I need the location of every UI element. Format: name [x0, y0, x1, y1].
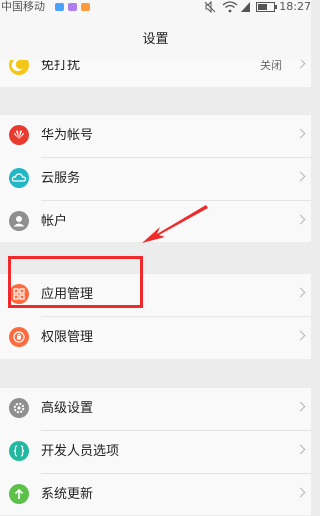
chevron-right-icon: [295, 444, 306, 455]
chevron-right-icon: [295, 214, 306, 225]
status-bar: 中国移动 18:27: [0, 0, 311, 16]
settings-item-advanced-settings[interactable]: 高级设置: [0, 388, 311, 430]
chevron-right-icon: [295, 287, 306, 298]
chevron-right-icon: [295, 128, 306, 139]
battery-icon: [256, 2, 277, 12]
moon-icon: [9, 60, 29, 75]
signal-icon: [241, 2, 250, 12]
carrier-label: 中国移动: [1, 0, 45, 13]
upload-arrow-icon: [9, 484, 29, 504]
settings-item-system-update[interactable]: 系统更新: [0, 474, 311, 516]
lock-icon: [9, 327, 29, 347]
page-title: 设置: [142, 32, 169, 47]
chevron-right-icon: [295, 401, 306, 412]
chevron-right-icon: [295, 171, 306, 182]
settings-item-label: 权限管理: [41, 330, 94, 345]
settings-group-1: 免打扰 关闭: [0, 60, 311, 87]
braces-icon: [9, 441, 29, 461]
settings-item-value: 关闭: [260, 60, 282, 72]
settings-item-label: 高级设置: [41, 401, 94, 416]
clock: 18:27: [279, 0, 311, 13]
user-icon: [9, 211, 29, 231]
settings-item-label: 免打扰: [41, 60, 81, 73]
huawei-icon: [9, 125, 29, 145]
settings-item-label: 帐户: [41, 214, 68, 229]
wifi-icon: [222, 1, 238, 13]
annotation-arrow: [142, 205, 208, 243]
header: 设置: [0, 16, 311, 60]
notification-icon-1: [55, 3, 64, 11]
settings-item-label: 云服务: [41, 171, 81, 186]
mute-icon: [204, 1, 216, 13]
chevron-right-icon: [295, 487, 306, 498]
notification-icon-2: [68, 3, 77, 11]
settings-item-label: 系统更新: [41, 487, 94, 502]
annotation-highlight-box: [8, 256, 143, 308]
settings-item-permission-management[interactable]: 权限管理: [0, 317, 311, 359]
chevron-right-icon: [295, 330, 306, 341]
settings-item-huawei-account[interactable]: 华为帐号: [0, 115, 311, 157]
chevron-right-icon: [295, 60, 306, 69]
settings-item-label: 华为帐号: [41, 128, 94, 143]
settings-group-4: 高级设置 开发人员选项 系统更新: [0, 388, 311, 515]
notification-icon-3: [81, 3, 90, 11]
cloud-icon: [9, 168, 29, 188]
settings-item-cloud-service[interactable]: 云服务: [0, 158, 311, 200]
settings-item-do-not-disturb[interactable]: 免打扰 关闭: [0, 60, 311, 87]
settings-item-developer-options[interactable]: 开发人员选项: [0, 431, 311, 473]
settings-item-label: 开发人员选项: [41, 444, 120, 459]
gear-icon: [9, 398, 29, 418]
